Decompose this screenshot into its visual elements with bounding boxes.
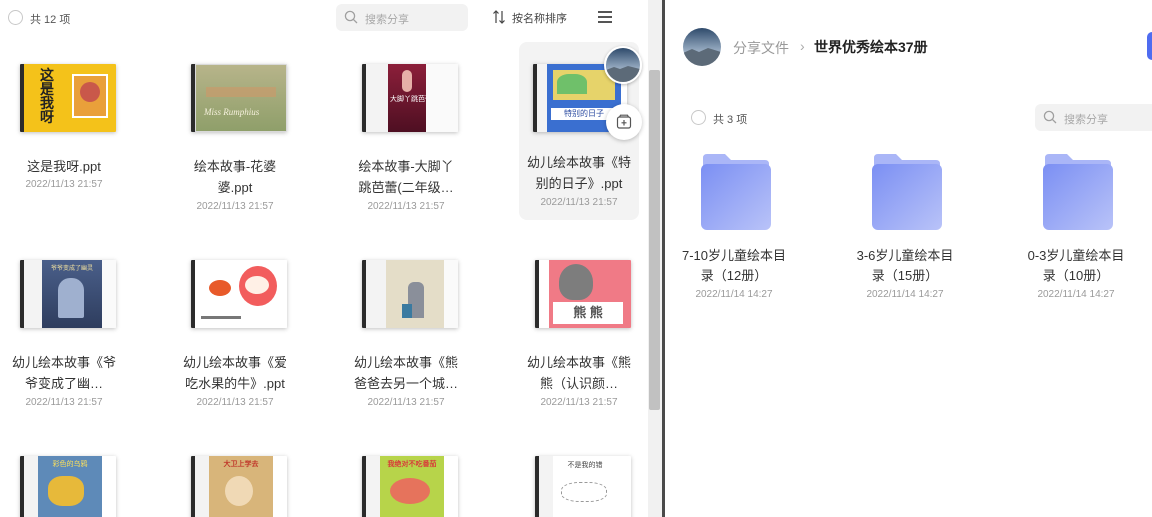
folder-name: 7-10岁儿童绘本目 bbox=[681, 248, 787, 263]
cover-title: 熊 熊 bbox=[553, 302, 623, 324]
file-thumbnail: 不是我的错 bbox=[535, 456, 631, 517]
folder-date: 2022/11/14 14:27 bbox=[866, 289, 944, 300]
file-thumbnail: 这 是 我 呀 bbox=[20, 64, 116, 132]
file-item[interactable]: 幼儿绘本故事《熊 爸爸去另一个城… 2022/11/13 21:57 bbox=[346, 240, 466, 420]
folder-name: 0-3岁儿童绘本目 bbox=[1027, 248, 1125, 263]
file-date: 2022/11/13 21:57 bbox=[25, 179, 103, 190]
search-icon bbox=[344, 10, 358, 24]
item-count: 共 12 项 bbox=[30, 14, 71, 26]
search-input[interactable]: 搜索分享 bbox=[336, 4, 468, 31]
file-item[interactable]: 不是我的错 bbox=[519, 436, 639, 517]
avatar-image-icon bbox=[606, 48, 640, 82]
file-date: 2022/11/13 21:57 bbox=[25, 397, 103, 408]
save-to-drive-button[interactable] bbox=[606, 104, 642, 140]
file-item[interactable]: 彩色的乌鸦 bbox=[4, 436, 124, 517]
cover-title: 这 是 我 呀 bbox=[40, 67, 54, 125]
file-item[interactable]: 这 是 我 呀 这是我呀.ppt 2022/11/13 21:57 bbox=[4, 44, 124, 224]
file-item[interactable]: 熊 熊 幼儿绘本故事《熊 熊（认识颜… 2022/11/13 21:57 bbox=[519, 240, 639, 420]
sort-label: 按名称排序 bbox=[512, 13, 567, 25]
folder-name: 3-6岁儿童绘本目 bbox=[856, 248, 954, 263]
file-date: 2022/11/13 21:57 bbox=[367, 397, 445, 408]
folder-icon bbox=[1043, 154, 1113, 230]
file-name: 绘本故事-花婆 bbox=[193, 159, 277, 174]
file-name: 幼儿绘本故事《熊 bbox=[526, 355, 631, 370]
file-name: 幼儿绘本故事《爷 bbox=[11, 355, 116, 370]
select-all-checkbox[interactable] bbox=[8, 10, 23, 25]
folder-item[interactable]: 3-6岁儿童绘本目 录（15册） 2022/11/14 14:27 bbox=[840, 0, 970, 300]
folder-item[interactable]: 0-3岁儿童绘本目 录（10册） 2022/11/14 14:27 bbox=[1011, 0, 1141, 300]
file-thumbnail bbox=[362, 260, 458, 328]
cover-title: 大卫上学去 bbox=[223, 461, 259, 468]
folder-date: 2022/11/14 14:27 bbox=[695, 289, 773, 300]
file-thumbnail bbox=[191, 260, 287, 328]
folder-item[interactable]: 7-10岁儿童绘本目 录（12册） 2022/11/14 14:27 bbox=[669, 0, 799, 300]
file-date: 2022/11/13 21:57 bbox=[196, 201, 274, 212]
search-placeholder: 搜索分享 bbox=[365, 14, 409, 26]
file-name: 这是我呀.ppt bbox=[27, 159, 101, 174]
sort-icon bbox=[493, 10, 505, 24]
file-thumbnail: Miss Rumphius bbox=[191, 64, 287, 132]
file-name: 幼儿绘本故事《熊 bbox=[353, 355, 458, 370]
cover-title: Miss Rumphius bbox=[204, 107, 260, 117]
file-date: 2022/11/13 21:57 bbox=[540, 197, 618, 208]
file-thumbnail: 爷爷变成了幽灵 bbox=[20, 260, 116, 328]
file-list-toolbar: 共 12 项 搜索分享 按名称排序 bbox=[0, 0, 648, 36]
folder-icon bbox=[872, 154, 942, 230]
file-thumbnail: 熊 熊 bbox=[535, 260, 631, 328]
sharer-avatar[interactable] bbox=[604, 46, 642, 84]
file-item[interactable]: 大脚丫跳芭蕾 绘本故事-大脚丫 跳芭蕾(二年级… 2022/11/13 21:5… bbox=[346, 44, 466, 224]
folder-date: 2022/11/14 14:27 bbox=[1037, 289, 1115, 300]
shared-files-pane: 共 12 项 搜索分享 按名称排序 这 是 我 呀 这是我呀.ppt 2022/… bbox=[0, 0, 662, 517]
cover-title: 爷爷变成了幽灵 bbox=[50, 266, 93, 272]
file-thumbnail: 大脚丫跳芭蕾 bbox=[362, 64, 458, 132]
file-date: 2022/11/13 21:57 bbox=[196, 397, 274, 408]
cover-title: 我绝对不吃番茄 bbox=[387, 461, 437, 468]
scrollbar-thumb[interactable] bbox=[649, 70, 660, 410]
file-date: 2022/11/13 21:57 bbox=[540, 397, 618, 408]
folder-icon bbox=[701, 154, 771, 230]
file-thumbnail: 彩色的乌鸦 bbox=[20, 456, 116, 517]
cover-title: 彩色的乌鸦 bbox=[52, 461, 88, 468]
folder-detail-pane: 分享文件 › 世界优秀绘本37册 共 3 项 搜索分享 7-10岁儿童绘本目 录… bbox=[665, 0, 1152, 517]
file-name: 绘本故事-大脚丫 bbox=[358, 159, 454, 174]
cover-title: 不是我的错 bbox=[567, 462, 603, 469]
file-item[interactable]: 大卫上学去 bbox=[175, 436, 295, 517]
file-name: 幼儿绘本故事《爱 bbox=[182, 355, 287, 370]
file-item[interactable]: Miss Rumphius 绘本故事-花婆 婆.ppt 2022/11/13 2… bbox=[175, 44, 295, 224]
file-date: 2022/11/13 21:57 bbox=[367, 201, 445, 212]
save-all-button[interactable] bbox=[1147, 32, 1152, 60]
save-to-drive-icon bbox=[616, 114, 632, 129]
breadcrumb-separator: › bbox=[800, 38, 805, 54]
menu-icon[interactable] bbox=[598, 11, 612, 23]
file-name: 幼儿绘本故事《特 bbox=[526, 155, 631, 170]
file-item[interactable]: 爷爷变成了幽灵 幼儿绘本故事《爷 爷变成了幽… 2022/11/13 21:57 bbox=[4, 240, 124, 420]
file-item[interactable]: 幼儿绘本故事《爱 吃水果的牛》.ppt 2022/11/13 21:57 bbox=[175, 240, 295, 420]
file-thumbnail: 大卫上学去 bbox=[191, 456, 287, 517]
file-thumbnail: 我绝对不吃番茄 bbox=[362, 456, 458, 517]
file-item[interactable]: 我绝对不吃番茄 bbox=[346, 436, 466, 517]
